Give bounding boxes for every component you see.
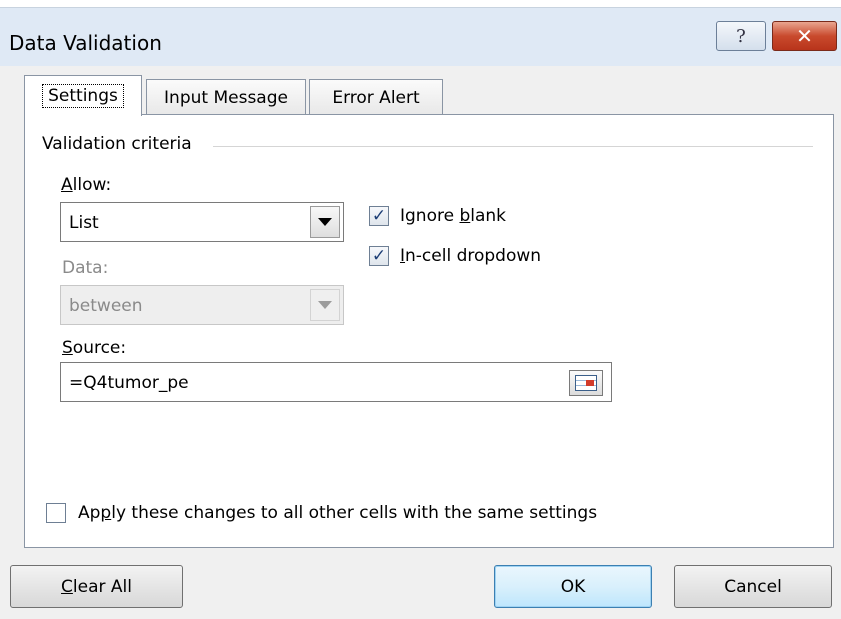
source-label: Source: [62,338,127,358]
ok-label: OK [560,576,586,597]
checkmark-icon: ✓ [371,205,387,226]
cancel-label: Cancel [724,576,782,597]
data-dropdown: between [60,285,344,325]
group-divider [213,146,813,147]
close-button[interactable]: ✕ [772,21,837,51]
clear-all-button[interactable]: Clear All [10,565,183,608]
checkmark-icon: ✓ [371,245,387,266]
chevron-down-icon [318,301,332,309]
tab-error-alert-label: Error Alert [332,87,420,108]
clear-all-label: Clear All [61,576,132,597]
tab-settings-label: Settings [42,84,124,108]
data-value: between [69,296,143,316]
cancel-button[interactable]: Cancel [674,565,832,608]
range-select-icon [575,375,597,391]
validation-criteria-label: Validation criteria [42,134,192,154]
title-bar: Data Validation [0,8,841,66]
ok-button[interactable]: OK [494,565,652,608]
ignore-blank-checkbox[interactable]: ✓ [369,206,389,226]
source-input[interactable]: =Q4tumor_pe [60,362,612,402]
allow-label: Allow: [61,175,112,195]
allow-dropdown-button[interactable] [310,206,340,238]
allow-dropdown[interactable]: List [60,202,344,242]
close-icon: ✕ [796,24,813,48]
dialog-title: Data Validation [9,31,162,55]
data-dropdown-button [310,289,340,321]
help-icon: ? [736,25,746,47]
ignore-blank-label[interactable]: Ignore blank [400,206,506,226]
range-select-button[interactable] [569,370,603,396]
tab-input-message-label: Input Message [164,87,288,108]
tab-input-message[interactable]: Input Message [146,79,306,115]
tab-settings[interactable]: Settings [24,75,142,116]
settings-panel [24,114,834,548]
data-validation-dialog: Data Validation ? ✕ Settings Input Messa… [0,0,841,619]
source-value: =Q4tumor_pe [69,373,189,393]
in-cell-dropdown-checkbox[interactable]: ✓ [369,246,389,266]
data-label: Data: [62,258,109,278]
tab-error-alert[interactable]: Error Alert [309,79,443,115]
apply-all-label[interactable]: Apply these changes to all other cells w… [78,503,597,523]
in-cell-dropdown-label[interactable]: In-cell dropdown [400,246,541,266]
help-button[interactable]: ? [716,21,766,51]
chevron-down-icon [318,218,332,226]
allow-value: List [69,213,99,233]
apply-all-checkbox[interactable] [46,503,66,523]
top-rule [0,0,841,8]
